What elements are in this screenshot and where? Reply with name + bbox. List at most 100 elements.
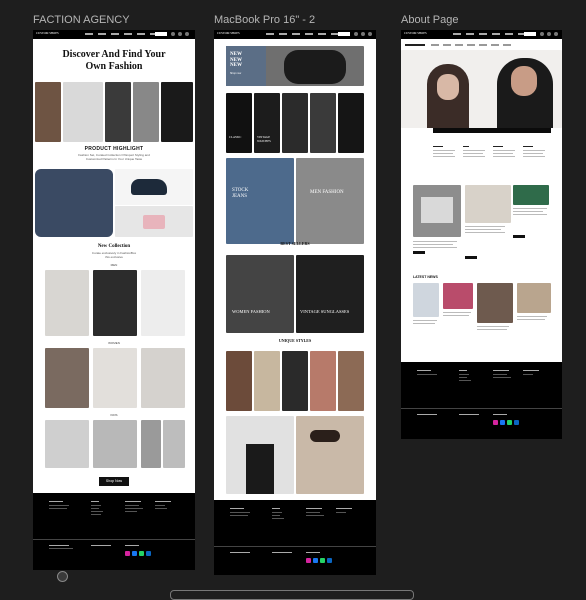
article-read-more-1[interactable] (413, 251, 425, 254)
navbar: CUSTOM SHOES (401, 30, 562, 39)
unique-style-4[interactable] (310, 351, 336, 411)
kids-image-3 (141, 420, 161, 468)
men-fashion-banner[interactable]: MEN FASHION (296, 158, 364, 244)
social-icons[interactable] (306, 558, 332, 563)
women-image-3 (141, 348, 185, 408)
vintage-sunglasses-text: VINTAGE SUNGLASSES (300, 309, 350, 314)
hero-shop-now[interactable]: Shop now (230, 72, 241, 75)
user-icon[interactable] (171, 32, 175, 36)
heart-icon[interactable] (185, 32, 189, 36)
news-image-2[interactable] (443, 283, 473, 309)
instagram-icon[interactable] (306, 558, 311, 563)
news-image-4[interactable] (517, 283, 551, 313)
social-icons[interactable] (125, 551, 151, 556)
article-read-more-3[interactable] (513, 235, 525, 238)
shop-now-button[interactable]: Shop Now (99, 477, 129, 486)
cart-icon[interactable] (361, 32, 365, 36)
facebook-icon[interactable] (500, 420, 505, 425)
frame-label-about-page[interactable]: About Page (401, 14, 459, 26)
category-tile-5[interactable] (338, 93, 364, 153)
linkedin-icon[interactable] (514, 420, 519, 425)
jeans-banner[interactable]: STOCK JEANS (226, 158, 294, 244)
nav-menu[interactable] (266, 33, 339, 35)
heart-icon[interactable] (368, 32, 372, 36)
men-fashion-text: MEN FASHION (310, 190, 344, 195)
search-input[interactable] (155, 32, 167, 36)
women-fashion-tile[interactable]: WOMEN FASHION (226, 255, 294, 333)
hero-model-3 (105, 82, 131, 142)
kids-image-2 (93, 420, 137, 468)
category-tile-4[interactable] (310, 93, 336, 153)
article-read-more-2[interactable] (465, 256, 477, 259)
whatsapp-icon[interactable] (139, 551, 144, 556)
cart-icon[interactable] (547, 32, 551, 36)
navbar: CUSTOM SHOES (33, 30, 195, 39)
frame-about-page[interactable]: CUSTOM SHOES LATEST NEWS (401, 30, 562, 439)
men-image-1 (45, 270, 89, 336)
avatar-icon[interactable] (57, 571, 68, 582)
hero-banner: NEW NEW NEW Shop now (226, 46, 364, 86)
cart-icon[interactable] (178, 32, 182, 36)
heart-icon[interactable] (554, 32, 558, 36)
category-tile-1[interactable]: CLASSIC (226, 93, 252, 153)
new-collection-title: New Collection (97, 244, 131, 249)
hero-title: Discover And Find Your Own Fashion (33, 49, 195, 73)
nav-menu[interactable] (85, 33, 158, 35)
hero-caption-bar (433, 128, 551, 133)
about-subnav[interactable] (431, 44, 511, 46)
men-image-3 (141, 270, 185, 336)
frame-label-faction-agency[interactable]: FACTION AGENCY (33, 14, 130, 26)
facebook-icon[interactable] (313, 558, 318, 563)
whatsapp-icon[interactable] (320, 558, 325, 563)
whatsapp-icon[interactable] (507, 420, 512, 425)
search-input[interactable] (524, 32, 536, 36)
facebook-icon[interactable] (132, 551, 137, 556)
social-icons[interactable] (493, 420, 519, 425)
hero-title-line1: Discover And Find Your (62, 49, 166, 60)
women-label: WOMEN (108, 341, 120, 345)
feature-image-left[interactable] (226, 416, 294, 494)
women-image-1 (45, 348, 89, 408)
women-fashion-text: WOMEN FASHION (232, 309, 270, 314)
instagram-icon[interactable] (493, 420, 498, 425)
unique-style-1[interactable] (226, 351, 252, 411)
search-input[interactable] (338, 32, 350, 36)
hero-model-2 (63, 82, 103, 142)
highlight-jeans-image (35, 169, 113, 237)
user-icon[interactable] (354, 32, 358, 36)
article-image-3[interactable] (513, 185, 549, 205)
horizontal-scrollbar[interactable] (170, 590, 414, 600)
feature-image-right[interactable] (296, 416, 364, 494)
frame-macbook-pro[interactable]: CUSTOM SHOES NEW NEW NEW Shop now CLASSIC … (214, 30, 376, 575)
news-image-1[interactable] (413, 283, 439, 317)
unique-style-2[interactable] (254, 351, 280, 411)
best-sellers-title: BEST SELLERS (280, 241, 310, 246)
hero-title-line2: Own Fashion (85, 61, 143, 72)
user-icon[interactable] (540, 32, 544, 36)
logo: CUSTOM SHOES (217, 31, 240, 35)
unique-style-3[interactable] (282, 351, 308, 411)
linkedin-icon[interactable] (146, 551, 151, 556)
about-hero-image (401, 50, 562, 128)
frame-label-macbook[interactable]: MacBook Pro 16" - 2 (214, 14, 315, 26)
vintage-sunglasses-tile[interactable]: VINTAGE SUNGLASSES (296, 255, 364, 333)
category-tile-2[interactable]: VINTAGE WATCHES (254, 93, 280, 153)
news-image-3[interactable] (477, 283, 513, 323)
instagram-icon[interactable] (125, 551, 130, 556)
men-image-2 (93, 270, 137, 336)
article-image-1[interactable] (413, 185, 461, 237)
article-image-2[interactable] (465, 185, 511, 223)
nav-menu[interactable] (453, 33, 526, 35)
highlight-shoe-image (115, 169, 193, 205)
category-tile-3[interactable] (282, 93, 308, 153)
latest-news-title: LATEST NEWS (413, 275, 438, 279)
kids-image-1 (45, 420, 89, 468)
men-label: MEN (110, 263, 118, 267)
jeans-banner-text: STOCK JEANS (232, 188, 249, 199)
unique-style-5[interactable] (338, 351, 364, 411)
logo: CUSTOM SHOES (404, 31, 427, 35)
linkedin-icon[interactable] (327, 558, 332, 563)
product-highlight-desc-2: Customized Patterns In Your Unique Taste (85, 157, 143, 161)
frame-faction-agency[interactable]: CUSTOM SHOES Discover And Find Your Own … (33, 30, 195, 570)
hero-model-1 (35, 82, 61, 142)
